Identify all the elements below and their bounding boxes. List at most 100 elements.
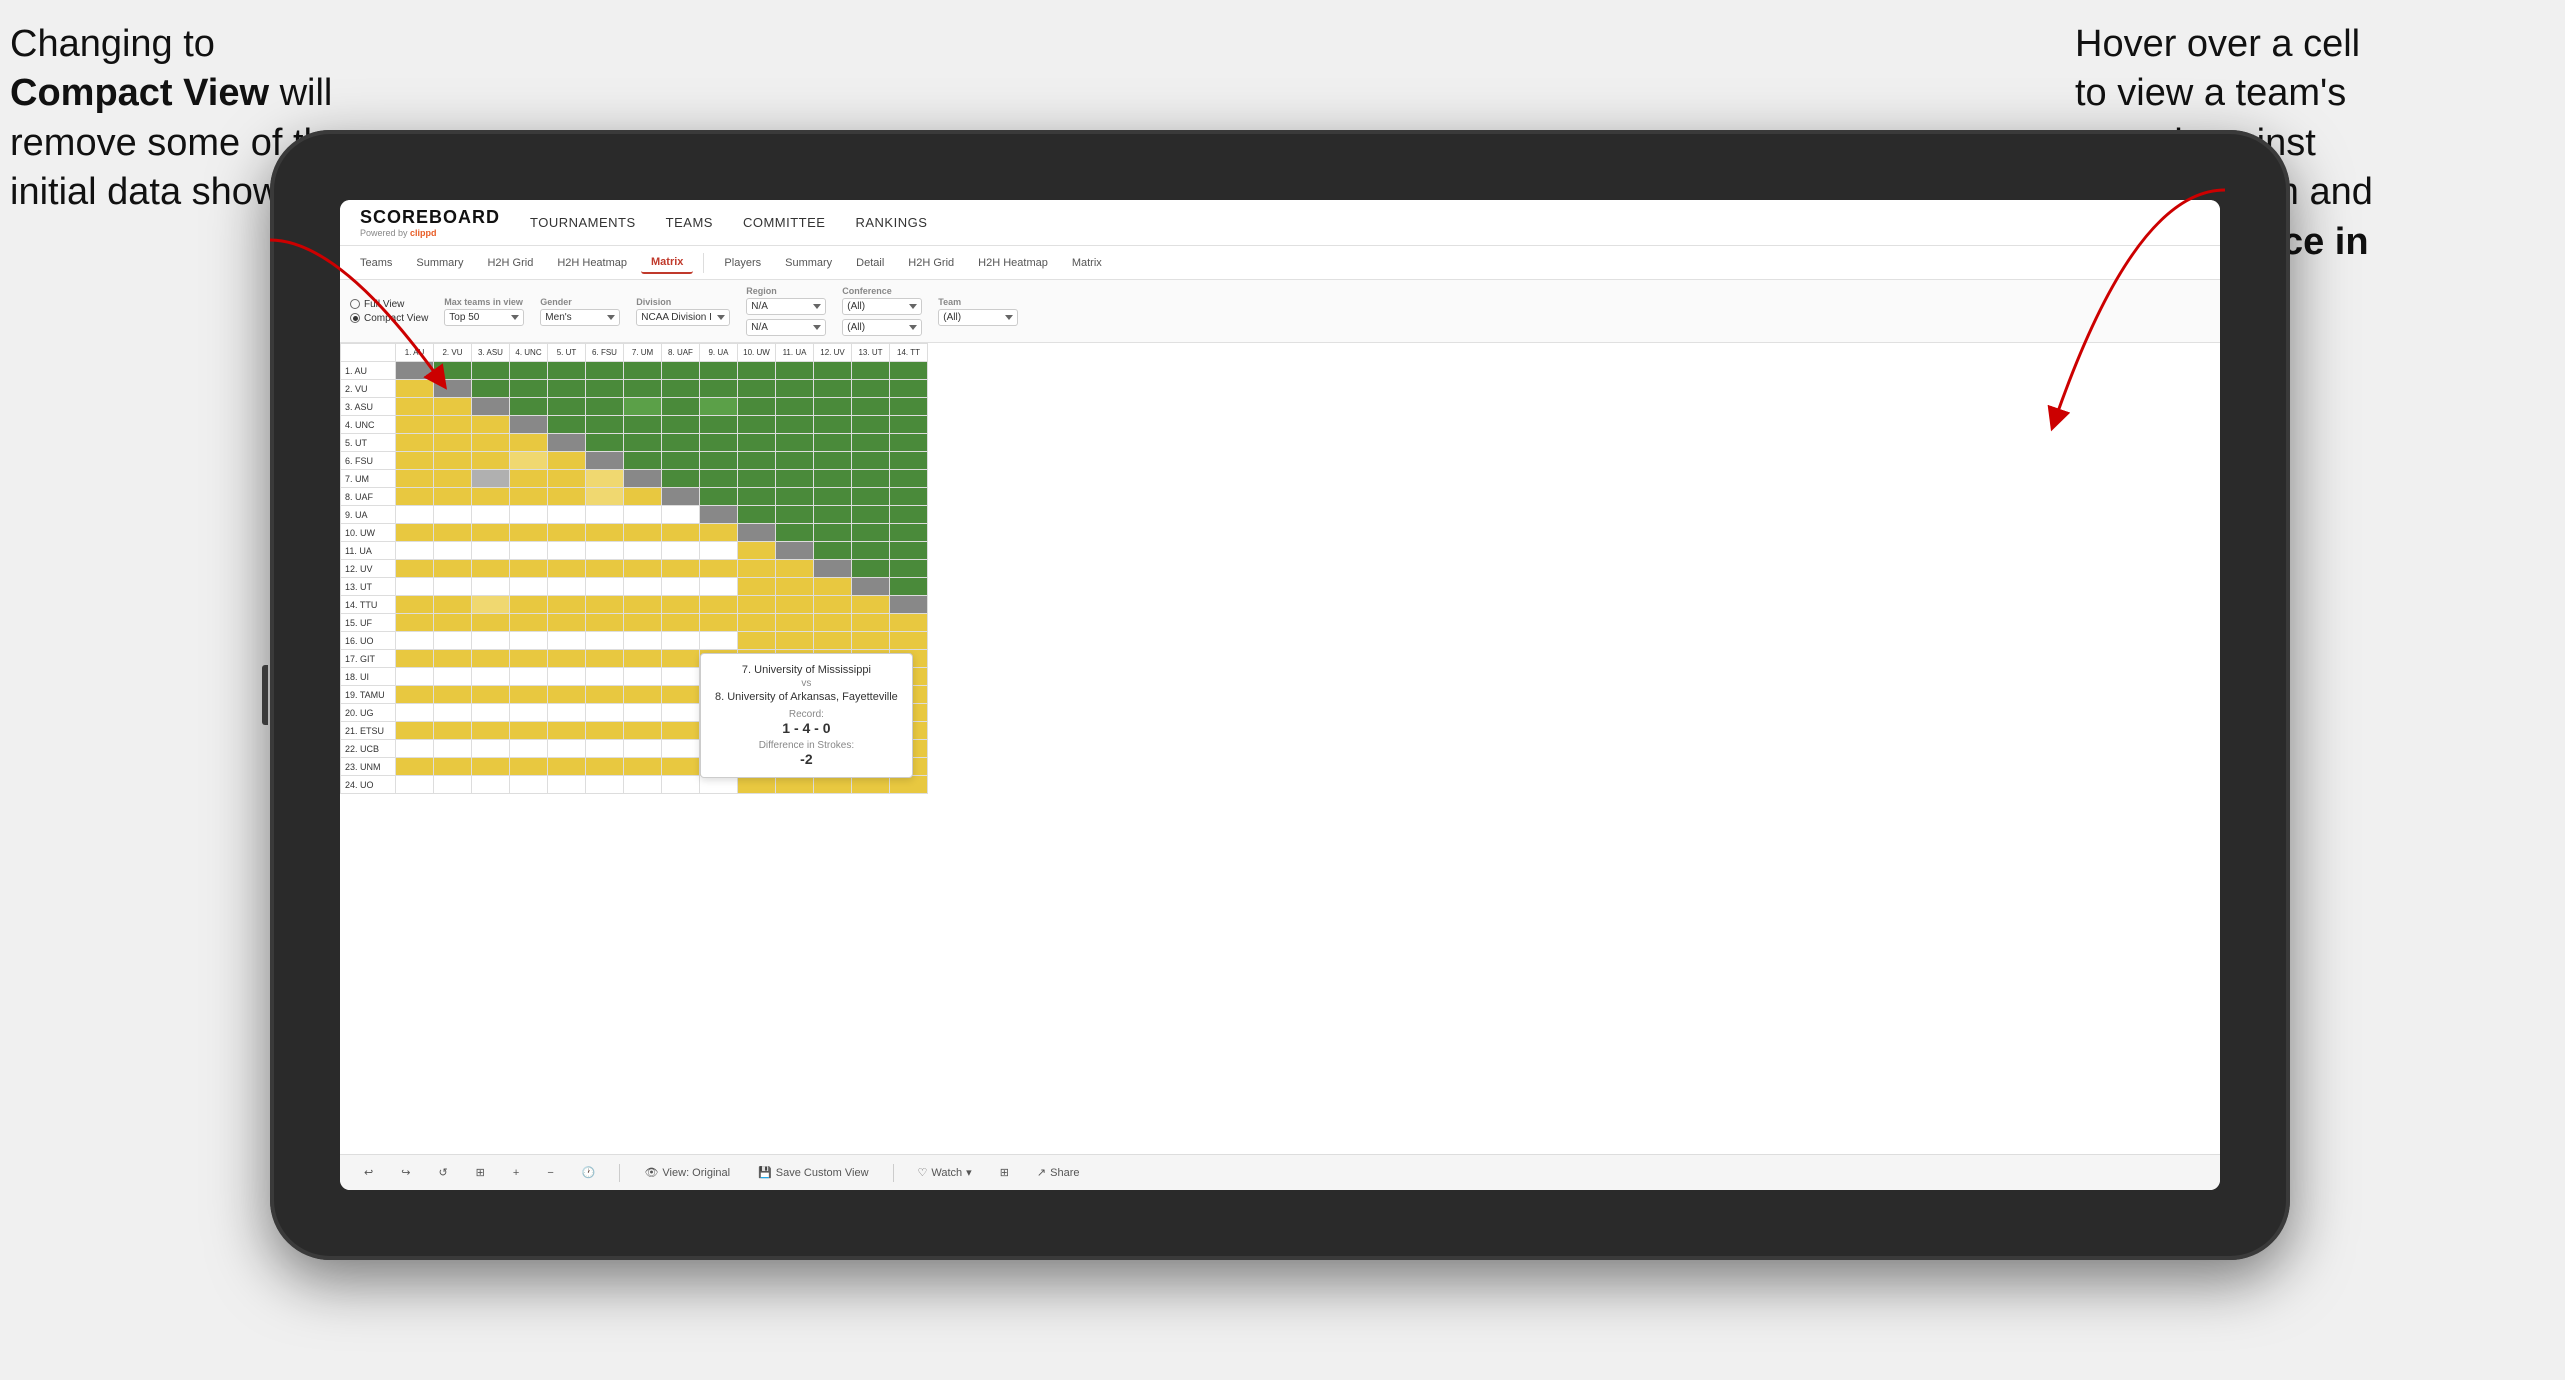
matrix-cell[interactable]	[814, 380, 852, 398]
matrix-cell[interactable]	[548, 416, 586, 434]
matrix-cell[interactable]	[396, 740, 434, 758]
matrix-cell[interactable]	[700, 398, 738, 416]
matrix-cell[interactable]	[662, 488, 700, 506]
matrix-cell[interactable]	[624, 416, 662, 434]
matrix-cell[interactable]	[624, 488, 662, 506]
matrix-cell[interactable]	[548, 650, 586, 668]
matrix-cell[interactable]	[548, 380, 586, 398]
matrix-cell[interactable]	[852, 398, 890, 416]
matrix-cell[interactable]	[434, 776, 472, 794]
matrix-cell[interactable]	[434, 524, 472, 542]
matrix-cell[interactable]	[586, 614, 624, 632]
matrix-cell[interactable]	[738, 488, 776, 506]
matrix-cell[interactable]	[814, 488, 852, 506]
matrix-cell[interactable]	[434, 578, 472, 596]
matrix-cell[interactable]	[396, 560, 434, 578]
matrix-cell[interactable]	[472, 452, 510, 470]
matrix-cell[interactable]	[548, 578, 586, 596]
matrix-cell[interactable]	[624, 740, 662, 758]
matrix-cell[interactable]	[890, 416, 928, 434]
zoom-out-button[interactable]: −	[539, 1164, 561, 1182]
matrix-cell[interactable]	[700, 434, 738, 452]
conference-select[interactable]: (All)	[842, 298, 922, 315]
save-custom-button[interactable]: 💾 Save Custom View	[750, 1163, 876, 1182]
matrix-cell[interactable]	[700, 416, 738, 434]
matrix-cell[interactable]	[510, 758, 548, 776]
matrix-cell[interactable]	[814, 506, 852, 524]
matrix-cell[interactable]	[396, 722, 434, 740]
matrix-cell[interactable]	[510, 542, 548, 560]
matrix-cell[interactable]	[510, 596, 548, 614]
matrix-cell[interactable]	[776, 632, 814, 650]
matrix-cell[interactable]	[510, 614, 548, 632]
matrix-container[interactable]: 1. AU 2. VU 3. ASU 4. UNC 5. UT 6. FSU 7…	[340, 343, 2220, 1165]
matrix-cell[interactable]	[890, 380, 928, 398]
matrix-cell[interactable]	[624, 560, 662, 578]
matrix-cell[interactable]	[548, 614, 586, 632]
matrix-cell[interactable]	[814, 452, 852, 470]
matrix-cell[interactable]	[472, 650, 510, 668]
matrix-cell[interactable]	[662, 506, 700, 524]
matrix-cell[interactable]	[852, 362, 890, 380]
matrix-cell[interactable]	[396, 578, 434, 596]
matrix-cell[interactable]	[624, 614, 662, 632]
matrix-cell[interactable]	[548, 704, 586, 722]
matrix-cell[interactable]	[890, 524, 928, 542]
matrix-cell[interactable]	[434, 560, 472, 578]
matrix-cell[interactable]	[624, 542, 662, 560]
matrix-cell[interactable]	[434, 506, 472, 524]
matrix-cell[interactable]	[548, 506, 586, 524]
matrix-cell[interactable]	[738, 614, 776, 632]
matrix-cell[interactable]	[586, 758, 624, 776]
matrix-cell[interactable]	[548, 740, 586, 758]
matrix-cell[interactable]	[776, 524, 814, 542]
watch-button[interactable]: ♡ Watch ▾	[910, 1163, 980, 1182]
matrix-cell[interactable]	[548, 542, 586, 560]
matrix-cell[interactable]	[700, 470, 738, 488]
matrix-cell[interactable]	[624, 380, 662, 398]
division-select[interactable]: NCAA Division I	[636, 309, 730, 326]
matrix-cell[interactable]	[396, 488, 434, 506]
matrix-cell[interactable]	[586, 506, 624, 524]
region-select2[interactable]: N/A	[746, 319, 826, 336]
matrix-cell[interactable]	[738, 542, 776, 560]
matrix-cell[interactable]	[396, 524, 434, 542]
matrix-cell[interactable]	[548, 398, 586, 416]
matrix-cell[interactable]	[510, 632, 548, 650]
matrix-cell[interactable]	[548, 560, 586, 578]
matrix-cell[interactable]	[738, 578, 776, 596]
matrix-cell[interactable]	[510, 668, 548, 686]
matrix-cell[interactable]	[472, 668, 510, 686]
matrix-cell[interactable]	[586, 740, 624, 758]
matrix-cell[interactable]	[510, 524, 548, 542]
matrix-cell[interactable]	[624, 722, 662, 740]
matrix-cell[interactable]	[396, 776, 434, 794]
matrix-cell[interactable]	[852, 524, 890, 542]
matrix-cell[interactable]	[396, 704, 434, 722]
matrix-cell[interactable]	[396, 452, 434, 470]
matrix-cell[interactable]	[624, 704, 662, 722]
matrix-cell[interactable]	[472, 560, 510, 578]
matrix-cell[interactable]	[814, 398, 852, 416]
matrix-cell[interactable]	[776, 416, 814, 434]
matrix-cell[interactable]	[434, 722, 472, 740]
matrix-cell[interactable]	[586, 578, 624, 596]
matrix-cell[interactable]	[738, 596, 776, 614]
matrix-cell[interactable]	[700, 452, 738, 470]
matrix-cell[interactable]	[814, 416, 852, 434]
nav-teams[interactable]: TEAMS	[666, 215, 713, 230]
matrix-cell[interactable]	[396, 758, 434, 776]
matrix-cell[interactable]	[510, 776, 548, 794]
matrix-cell[interactable]	[738, 434, 776, 452]
matrix-cell[interactable]	[890, 542, 928, 560]
matrix-cell[interactable]	[662, 470, 700, 488]
matrix-cell[interactable]	[472, 722, 510, 740]
matrix-cell[interactable]	[548, 776, 586, 794]
matrix-cell[interactable]	[852, 578, 890, 596]
matrix-cell[interactable]	[434, 650, 472, 668]
matrix-cell[interactable]	[890, 398, 928, 416]
matrix-cell[interactable]	[890, 470, 928, 488]
matrix-cell[interactable]	[586, 362, 624, 380]
matrix-cell[interactable]	[852, 560, 890, 578]
matrix-cell[interactable]	[852, 542, 890, 560]
